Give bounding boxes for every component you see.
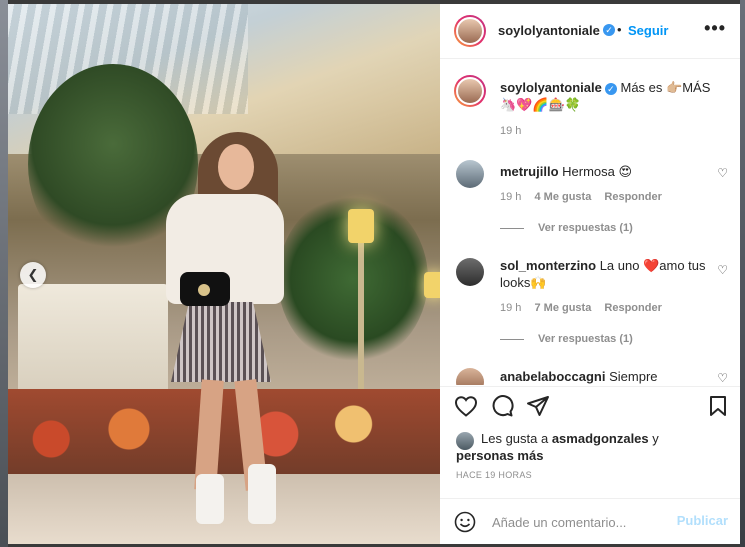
comment-time: 19 h xyxy=(500,302,522,314)
photo-woman-sock xyxy=(196,474,224,524)
comment-bubble-icon[interactable] xyxy=(490,395,514,422)
verified-badge-icon: ✓ xyxy=(603,24,615,36)
comment-text: sol_monterzino La uno ❤️amo tus looks🙌 xyxy=(500,257,715,291)
comment-likes-count[interactable]: 4 Me gusta xyxy=(534,191,591,203)
previous-image-button[interactable]: ❮ xyxy=(20,262,46,288)
comment-like-heart-icon[interactable]: ♡ xyxy=(717,166,728,180)
likes-others-link[interactable]: personas más xyxy=(456,448,543,463)
photo-lamp-post xyxy=(358,242,364,392)
backdrop-left xyxy=(0,0,8,547)
post-timestamp: HACE 19 HORAS xyxy=(456,470,532,480)
save-bookmark-icon[interactable] xyxy=(708,395,728,422)
caption-body: Más es 👉🏼MÁS xyxy=(620,80,711,95)
author-avatar[interactable] xyxy=(454,15,486,47)
caption-text: soylolyantoniale ✓ Más es 👉🏼MÁS 🦄💖🌈🎰🍀 xyxy=(500,79,720,113)
view-replies-button[interactable]: Ver respuestas (1) xyxy=(500,222,633,234)
follow-button[interactable]: Seguir xyxy=(628,23,668,38)
caption-username[interactable]: soylolyantoniale xyxy=(500,80,602,95)
photo-floor xyxy=(8,474,440,544)
comments-list[interactable]: soylolyantoniale ✓ Más es 👉🏼MÁS 🦄💖🌈🎰🍀 19 … xyxy=(440,59,740,385)
comment-reply-button[interactable]: Responder xyxy=(604,191,661,203)
comment-like-heart-icon[interactable]: ♡ xyxy=(717,263,728,277)
comment-meta: 19 h 7 Me gusta Responder xyxy=(500,302,662,314)
post-side-panel: soylolyantoniale ✓ • Seguir ••• soylolya… xyxy=(440,4,740,544)
post-header: soylolyantoniale ✓ • Seguir ••• xyxy=(440,4,740,59)
caption-avatar[interactable] xyxy=(454,75,486,107)
photo-bag-logo xyxy=(198,284,210,296)
view-replies-button[interactable]: Ver respuestas (1) xyxy=(500,333,633,345)
comment-like-heart-icon[interactable]: ♡ xyxy=(717,371,728,385)
add-comment-input[interactable] xyxy=(490,511,664,533)
caption-emojis: 🦄💖🌈🎰🍀 xyxy=(500,97,581,112)
emoji-picker-icon[interactable] xyxy=(454,511,476,538)
comment-body: Hermosa 😍 xyxy=(562,164,633,179)
comment-reply-button[interactable]: Responder xyxy=(604,302,661,314)
more-options-icon[interactable]: ••• xyxy=(704,18,726,39)
liker-avatar[interactable] xyxy=(456,432,474,450)
share-paper-plane-icon[interactable] xyxy=(526,395,550,422)
replies-divider-line xyxy=(500,338,524,340)
verified-badge-icon: ✓ xyxy=(604,82,617,95)
comment-username[interactable]: metrujillo xyxy=(500,164,559,179)
comment-body: Siempre xyxy=(609,369,658,384)
view-replies-label: Ver respuestas (1) xyxy=(538,222,633,234)
comment-likes-count[interactable]: 7 Me gusta xyxy=(534,302,591,314)
likes-suffix: y xyxy=(648,431,659,446)
liker-username[interactable]: asmadgonzales xyxy=(552,431,649,446)
comment-avatar[interactable] xyxy=(456,160,484,188)
comment-time: 19 h xyxy=(500,191,522,203)
replies-divider-line xyxy=(500,227,524,229)
header-separator-dot: • xyxy=(617,22,622,37)
photo-lamp xyxy=(348,209,374,243)
comment-meta: 19 h 4 Me gusta Responder xyxy=(500,191,662,203)
view-replies-label: Ver respuestas (1) xyxy=(538,333,633,345)
likes-prefix: Les gusta a xyxy=(481,431,552,446)
author-username[interactable]: soylolyantoniale xyxy=(498,23,600,38)
post-actions-bar xyxy=(440,386,740,423)
comment-avatar[interactable] xyxy=(456,368,484,385)
comment-username[interactable]: anabelaboccagni xyxy=(500,369,605,384)
photo-castle-display xyxy=(18,284,168,394)
caption-time: 19 h xyxy=(500,125,522,137)
photo-lamp-small xyxy=(424,272,440,298)
add-comment-bar: Publicar xyxy=(440,498,740,545)
photo-woman-skirt xyxy=(171,302,271,382)
photo-woman-sock xyxy=(248,464,276,524)
photo-woman-face xyxy=(218,144,254,190)
likes-summary: Les gusta a asmadgonzales y personas más xyxy=(456,430,716,464)
comment-text: anabelaboccagni Siempre xyxy=(500,368,710,385)
backdrop-right xyxy=(740,0,745,547)
comment-text: metrujillo Hermosa 😍 xyxy=(500,163,710,180)
comment-username[interactable]: sol_monterzino xyxy=(500,258,596,273)
publish-comment-button[interactable]: Publicar xyxy=(677,513,728,528)
post-photo[interactable]: ❮ xyxy=(8,4,440,544)
like-heart-icon[interactable] xyxy=(454,395,478,422)
chevron-left-icon: ❮ xyxy=(27,267,39,282)
comment-avatar[interactable] xyxy=(456,258,484,286)
